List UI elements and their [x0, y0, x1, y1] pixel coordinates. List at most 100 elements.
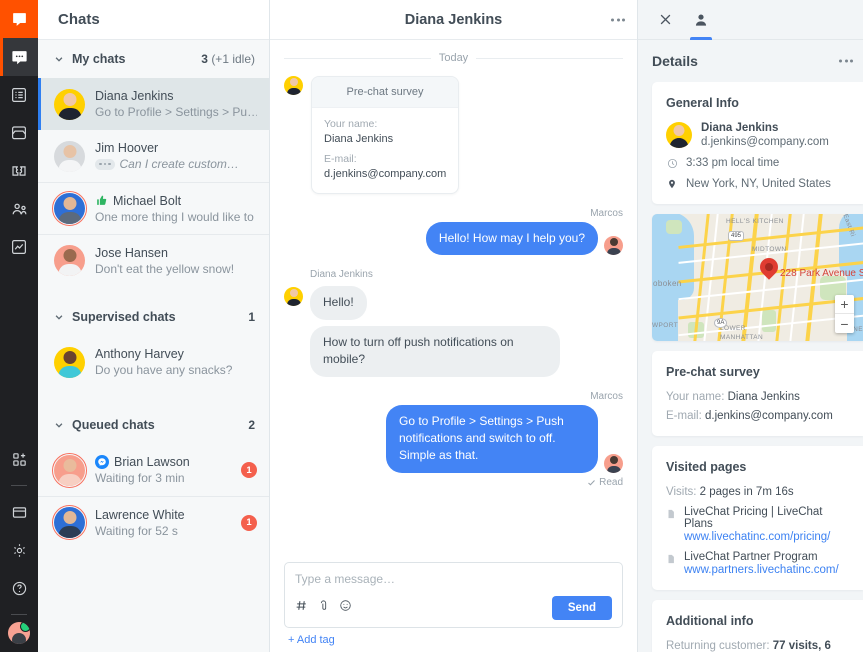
rail-item-inbox[interactable]: [0, 114, 38, 152]
avatar: [54, 88, 85, 120]
map-label: WPORT: [652, 322, 679, 329]
avatar-image: [54, 193, 85, 224]
rail-item-chats[interactable]: [0, 38, 38, 76]
map-zoom-controls[interactable]: + −: [835, 295, 854, 333]
message-composer[interactable]: Type a message… Send: [284, 562, 623, 628]
chat-list-item-anthony-harvey[interactable]: Anthony Harvey Do you have any snacks?: [38, 336, 269, 388]
avatar: [54, 140, 85, 172]
chat-list-item-michael-bolt[interactable]: Michael Bolt One more thing I would like…: [38, 182, 269, 234]
avatar: [604, 453, 623, 473]
rail-item-apps[interactable]: [0, 440, 38, 478]
visited-page-url[interactable]: www.partners.livechatinc.com/: [684, 564, 839, 576]
status-badge: 1: [241, 462, 257, 478]
page-document-icon: [666, 552, 677, 576]
add-tag-button[interactable]: + Add tag: [284, 628, 623, 646]
map-label: HELL'S KITCHEN: [726, 218, 784, 225]
rail-item-team[interactable]: [0, 190, 38, 228]
conversation-header: Diana Jenkins: [270, 0, 637, 40]
visited-page-item[interactable]: LiveChat Partner Program www.partners.li…: [666, 551, 849, 576]
rail-item-billing[interactable]: [0, 493, 38, 531]
location-map-card[interactable]: HELL'S KITCHEN MIDTOWN oboken WPORT LOWE…: [652, 214, 863, 341]
chat-item-name: Brian Lawson: [95, 455, 231, 469]
prechat-survey-card: Pre-chat survey Your name: Diana Jenkins…: [311, 76, 459, 194]
details-scroll[interactable]: General Info Diana Jenkins d.jenkins@com…: [638, 82, 863, 652]
message-author: Diana Jenkins: [310, 269, 373, 281]
customer-email: d.jenkins@company.com: [701, 136, 829, 148]
map-label: NE: [853, 326, 863, 333]
agent-avatar[interactable]: [8, 622, 30, 644]
close-details-button[interactable]: [652, 0, 678, 40]
map-zoom-in-button[interactable]: +: [835, 295, 854, 314]
rail-item-reports[interactable]: [0, 228, 38, 266]
rail-item-archives[interactable]: [0, 76, 38, 114]
send-button[interactable]: Send: [551, 596, 612, 620]
message-input-placeholder[interactable]: Type a message…: [295, 572, 612, 586]
chat-item-name: Michael Bolt: [95, 194, 257, 208]
customer-name: Diana Jenkins: [701, 122, 779, 134]
returning-customer-row: Returning customer: 77 visits, 6 chats: [666, 640, 831, 652]
chat-item-preview: Don't eat the yellow snow!: [95, 261, 235, 276]
chat-item-name: Jim Hoover: [95, 141, 159, 155]
avatar: [54, 346, 85, 378]
details-panel: Details General Info Diana Jenkins d.jen…: [638, 0, 863, 652]
message-outgoing: Marcos Hello! How may I help you?: [284, 208, 623, 256]
more-options-icon[interactable]: [839, 59, 853, 63]
emoji-icon[interactable]: [339, 599, 352, 617]
rail-item-settings[interactable]: [0, 531, 38, 569]
chat-list-item-jose-hansen[interactable]: Jose Hansen Don't eat the yellow snow!: [38, 234, 269, 286]
map-zoom-out-button[interactable]: −: [835, 314, 854, 333]
group-header-my-chats[interactable]: My chats 3 (+1 idle): [38, 40, 269, 78]
card-title: Pre-chat survey: [666, 365, 760, 379]
more-options-icon[interactable]: [611, 18, 625, 21]
avatar: [284, 76, 303, 95]
visited-page-url[interactable]: www.livechatinc.com/pricing/: [684, 531, 849, 543]
avatar: [666, 122, 692, 148]
prechat-survey-heading: Pre-chat survey: [312, 77, 458, 108]
chat-list-panel: Chats My chats 3 (+1 idle) Diana Jenkins: [38, 0, 270, 652]
avatar: [52, 505, 87, 540]
chat-item-preview: Waiting for 52 s: [95, 523, 178, 538]
chat-item-name: Diana Jenkins: [95, 89, 174, 103]
chat-item-name: Jose Hansen: [95, 245, 168, 260]
chat-list-item-diana-jenkins[interactable]: Diana Jenkins Go to Profile > Settings >…: [38, 78, 269, 130]
message-author: Marcos: [590, 208, 623, 219]
group-count: 2: [248, 418, 255, 432]
map-location-pin: [756, 254, 782, 280]
message-thread[interactable]: Today Pre-chat survey Your name: Diana J…: [270, 40, 637, 554]
paperclip-attachment-icon[interactable]: [317, 599, 330, 617]
group-header-queued-chats[interactable]: Queued chats 2: [38, 406, 269, 444]
local-time-row: 3:33 pm local time: [666, 157, 849, 169]
composer-area: Type a message… Send + Add tag: [270, 554, 637, 652]
messenger-icon: [95, 455, 109, 469]
tab-customer-details[interactable]: [688, 0, 714, 40]
prechat-survey-message: Pre-chat survey Your name: Diana Jenkins…: [284, 76, 623, 194]
chat-item-name: Lawrence White: [95, 507, 185, 522]
map-canvas[interactable]: HELL'S KITCHEN MIDTOWN oboken WPORT LOWE…: [652, 214, 863, 341]
details-tabbar: [638, 0, 863, 40]
chat-list-item-brian-lawson[interactable]: Brian Lawson Waiting for 3 min 1: [38, 444, 269, 496]
avatar-image: [54, 245, 85, 276]
rail-item-help[interactable]: [0, 569, 38, 607]
chat-list-scroll[interactable]: My chats 3 (+1 idle) Diana Jenkins Go to…: [38, 40, 269, 652]
group-label: Queued chats: [72, 418, 155, 432]
group-count: 3 (+1 idle): [201, 52, 255, 66]
map-label: oboken: [653, 279, 682, 288]
location-pin-icon: [666, 178, 678, 190]
location-row: New York, NY, United States: [666, 178, 849, 190]
chat-list-item-jim-hoover[interactable]: Jim Hoover Can I create custom…: [38, 130, 269, 182]
hash-canned-response-icon[interactable]: [295, 599, 308, 617]
message-bubble: Go to Profile > Settings > Push notifica…: [386, 404, 598, 473]
message-read-receipt: Read: [587, 477, 623, 488]
map-label: LOWER MANHATTAN: [720, 325, 764, 341]
group-header-supervised-chats[interactable]: Supervised chats 1: [38, 298, 269, 336]
livechat-logo-icon[interactable]: [0, 0, 38, 38]
rail-item-tickets[interactable]: [0, 152, 38, 190]
chat-list-item-lawrence-white[interactable]: Lawrence White Waiting for 52 s 1: [38, 496, 269, 548]
visited-page-item[interactable]: LiveChat Pricing | LiveChat Plans www.li…: [666, 506, 849, 543]
card-title: General Info: [666, 96, 739, 110]
primary-navigation-rail: [0, 0, 38, 652]
typing-indicator-icon: [95, 158, 115, 170]
group-label: My chats: [72, 52, 126, 66]
chevron-down-icon: [54, 312, 64, 322]
general-info-card: General Info Diana Jenkins d.jenkins@com…: [652, 82, 863, 204]
